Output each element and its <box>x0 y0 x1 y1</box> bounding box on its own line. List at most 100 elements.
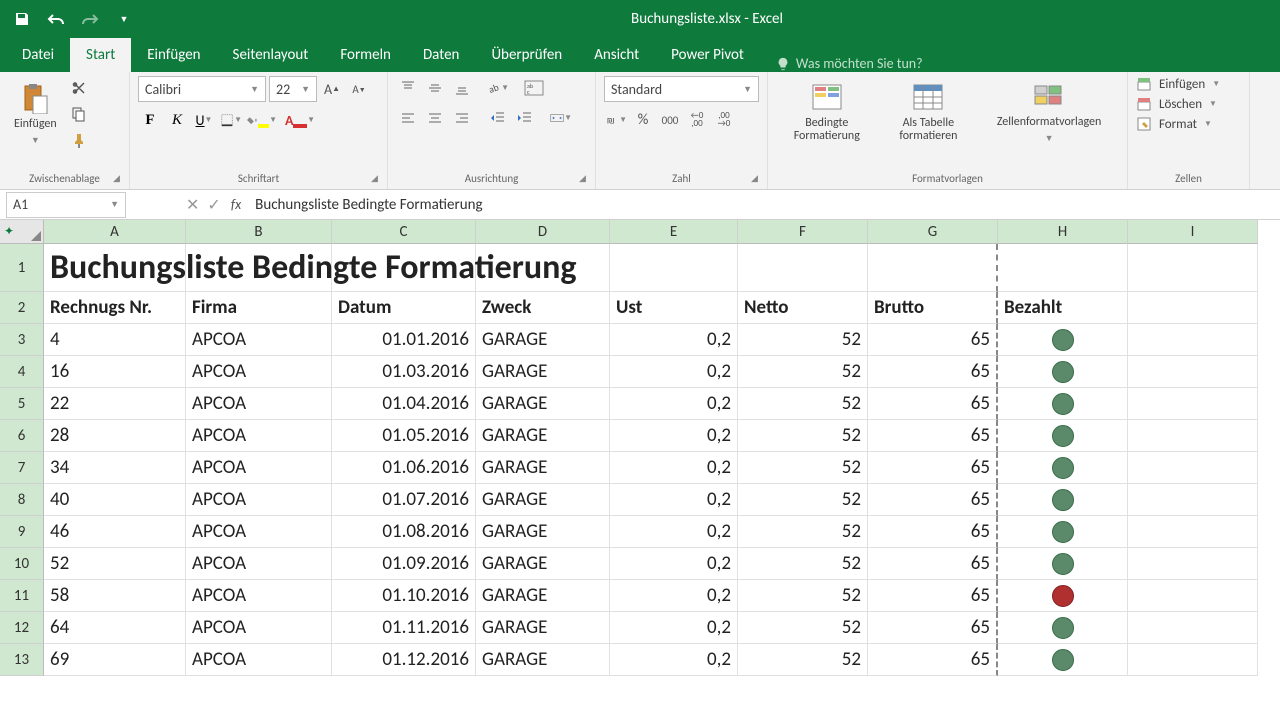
format-painter-button[interactable] <box>67 128 91 152</box>
row-header-12[interactable]: 12 <box>0 612 44 644</box>
cell-styles-button[interactable]: Zellenformatvorlagen ▼ <box>991 76 1107 148</box>
align-center-button[interactable] <box>423 106 447 130</box>
formula-input[interactable]: Buchungsliste Bedingte Formatierung <box>249 196 1280 214</box>
cell-B2[interactable]: Firma <box>186 292 332 324</box>
cell-A3[interactable]: 4 <box>44 324 186 356</box>
cell-A5[interactable]: 22 <box>44 388 186 420</box>
col-header-D[interactable]: D <box>476 220 610 244</box>
copy-button[interactable] <box>67 102 91 126</box>
col-header-C[interactable]: C <box>332 220 476 244</box>
align-left-button[interactable] <box>396 106 420 130</box>
comma-button[interactable]: 000 <box>658 108 682 132</box>
cell-I10[interactable] <box>1128 548 1258 580</box>
enter-formula-icon[interactable]: ✓ <box>207 195 220 215</box>
bold-button[interactable]: F <box>138 108 162 132</box>
cell-E3[interactable]: 0,2 <box>610 324 738 356</box>
col-header-H[interactable]: H <box>998 220 1128 244</box>
conditional-formatting-button[interactable]: Bedingte Formatierung <box>788 76 866 148</box>
cell-A10[interactable]: 52 <box>44 548 186 580</box>
cell-G2[interactable]: Brutto <box>868 292 998 324</box>
cell-C8[interactable]: 01.07.2016 <box>332 484 476 516</box>
cell-D11[interactable]: GARAGE <box>476 580 610 612</box>
cell-C3[interactable]: 01.01.2016 <box>332 324 476 356</box>
underline-button[interactable]: U▼ <box>192 108 216 132</box>
cell-E4[interactable]: 0,2 <box>610 356 738 388</box>
decrease-decimal-button[interactable]: ,00→0 <box>712 108 736 132</box>
col-header-G[interactable]: G <box>868 220 998 244</box>
name-box[interactable]: A1▼ <box>6 192 126 218</box>
cell-A1[interactable]: Buchungsliste Bedingte Formatierung <box>44 244 186 292</box>
wrap-text-button[interactable]: abc <box>522 76 546 100</box>
cell-I2[interactable] <box>1128 292 1258 324</box>
delete-cells-button[interactable]: Löschen▼ <box>1136 96 1241 112</box>
cell-F11[interactable]: 52 <box>738 580 868 612</box>
row-header-8[interactable]: 8 <box>0 484 44 516</box>
fx-icon[interactable]: fx <box>231 196 241 213</box>
increase-decimal-button[interactable]: ←0,00 <box>685 108 709 132</box>
cell-A2[interactable]: Rechnugs Nr. <box>44 292 186 324</box>
cell-H13[interactable] <box>998 644 1128 676</box>
cell-F3[interactable]: 52 <box>738 324 868 356</box>
row-header-7[interactable]: 7 <box>0 452 44 484</box>
increase-font-button[interactable]: A▲ <box>320 77 344 101</box>
cell-F2[interactable]: Netto <box>738 292 868 324</box>
col-header-A[interactable]: A <box>44 220 186 244</box>
cell-H5[interactable] <box>998 388 1128 420</box>
cell-D5[interactable]: GARAGE <box>476 388 610 420</box>
select-all-corner[interactable]: ✦ <box>0 220 44 244</box>
cell-G12[interactable]: 65 <box>868 612 998 644</box>
tab-ueberpruefen[interactable]: Überprüfen <box>475 38 578 72</box>
cell-G11[interactable]: 65 <box>868 580 998 612</box>
cell-E8[interactable]: 0,2 <box>610 484 738 516</box>
cell-F6[interactable]: 52 <box>738 420 868 452</box>
cell-C13[interactable]: 01.12.2016 <box>332 644 476 676</box>
cell-A4[interactable]: 16 <box>44 356 186 388</box>
cell-I6[interactable] <box>1128 420 1258 452</box>
cell-H12[interactable] <box>998 612 1128 644</box>
row-header-9[interactable]: 9 <box>0 516 44 548</box>
cut-button[interactable] <box>67 76 91 100</box>
align-right-button[interactable] <box>450 106 474 130</box>
col-header-I[interactable]: I <box>1128 220 1258 244</box>
cell-D10[interactable]: GARAGE <box>476 548 610 580</box>
cell-B5[interactable]: APCOA <box>186 388 332 420</box>
col-header-E[interactable]: E <box>610 220 738 244</box>
cell-D4[interactable]: GARAGE <box>476 356 610 388</box>
borders-button[interactable]: ▼ <box>219 108 243 132</box>
format-cells-button[interactable]: Format▼ <box>1136 116 1241 132</box>
cell-F12[interactable]: 52 <box>738 612 868 644</box>
alignment-dialog-launcher[interactable]: ◢ <box>579 173 591 185</box>
cell-D9[interactable]: GARAGE <box>476 516 610 548</box>
cell-F4[interactable]: 52 <box>738 356 868 388</box>
cancel-formula-icon[interactable]: ✕ <box>186 195 199 215</box>
clipboard-dialog-launcher[interactable]: ◢ <box>113 173 125 185</box>
align-top-button[interactable] <box>396 76 420 100</box>
col-header-F[interactable]: F <box>738 220 868 244</box>
cell-D13[interactable]: GARAGE <box>476 644 610 676</box>
row-header-6[interactable]: 6 <box>0 420 44 452</box>
row-header-10[interactable]: 10 <box>0 548 44 580</box>
decrease-indent-button[interactable] <box>486 106 510 130</box>
cell-H8[interactable] <box>998 484 1128 516</box>
cell-B12[interactable]: APCOA <box>186 612 332 644</box>
paste-button[interactable]: Einfügen ▼ <box>8 76 63 152</box>
cell-D2[interactable]: Zweck <box>476 292 610 324</box>
increase-indent-button[interactable] <box>513 106 537 130</box>
cell-B10[interactable]: APCOA <box>186 548 332 580</box>
percent-button[interactable]: % <box>631 108 655 132</box>
cell-B8[interactable]: APCOA <box>186 484 332 516</box>
cell-C10[interactable]: 01.09.2016 <box>332 548 476 580</box>
row-header-13[interactable]: 13 <box>0 644 44 676</box>
tab-ansicht[interactable]: Ansicht <box>578 38 655 72</box>
cell-C2[interactable]: Datum <box>332 292 476 324</box>
cell-D7[interactable]: GARAGE <box>476 452 610 484</box>
cell-F8[interactable]: 52 <box>738 484 868 516</box>
tab-start[interactable]: Start <box>70 38 131 72</box>
cell-G1[interactable] <box>868 244 998 292</box>
cell-E6[interactable]: 0,2 <box>610 420 738 452</box>
cell-A9[interactable]: 46 <box>44 516 186 548</box>
cell-B4[interactable]: APCOA <box>186 356 332 388</box>
row-header-2[interactable]: 2 <box>0 292 44 324</box>
cell-C6[interactable]: 01.05.2016 <box>332 420 476 452</box>
save-icon[interactable] <box>12 9 32 29</box>
